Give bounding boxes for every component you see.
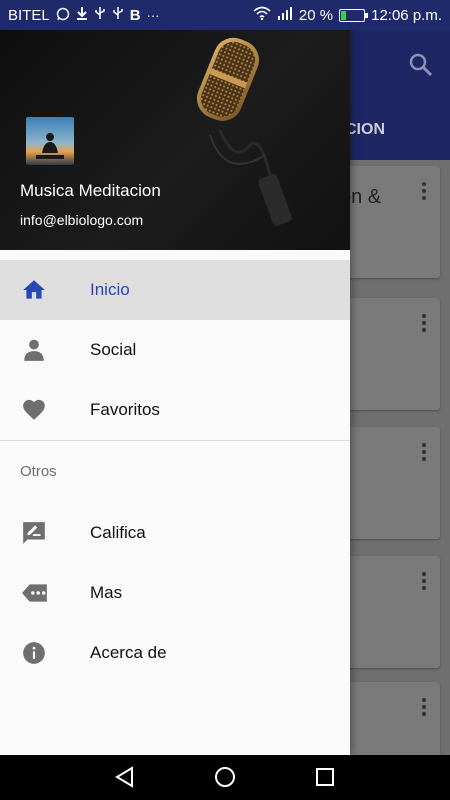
- system-nav-bar: [0, 755, 450, 800]
- battery-percent: 20 %: [298, 6, 334, 24]
- back-icon[interactable]: [113, 765, 137, 789]
- person-icon: [21, 337, 47, 363]
- drawer-app-name: Musica Meditacion: [20, 181, 161, 200]
- overflow-icon: [422, 182, 426, 203]
- menu-item-label: Acerca de: [90, 643, 167, 662]
- overflow-icon: [422, 443, 426, 464]
- battery-icon: [339, 8, 369, 22]
- menu-item-califica[interactable]: Califica: [0, 503, 350, 563]
- home-button-icon[interactable]: [213, 765, 237, 789]
- recents-icon[interactable]: [313, 765, 337, 789]
- overflow-icon: [422, 314, 426, 335]
- menu-item-inicio[interactable]: Inicio: [0, 260, 350, 320]
- heart-icon: [21, 397, 47, 423]
- clock: 12:06 p.m.: [371, 6, 442, 24]
- overflow-icon: [422, 572, 426, 593]
- whatsapp-icon: [56, 7, 70, 24]
- info-icon: [21, 640, 47, 666]
- menu-item-label: Favoritos: [90, 400, 160, 419]
- overflow-icon: [422, 698, 426, 719]
- signal-icon: [277, 6, 293, 24]
- app-tab: CION: [345, 121, 385, 138]
- navigation-drawer: Musica Meditacion info@elbiologo.com Ini…: [0, 30, 350, 755]
- menu-section-header: Otros: [0, 441, 350, 503]
- menu-item-label: Mas: [90, 583, 123, 602]
- download-icon: [76, 6, 88, 24]
- more-tag-icon: [21, 580, 47, 606]
- drawer-email: info@elbiologo.com: [20, 212, 144, 228]
- more-icon: ···: [146, 7, 160, 23]
- app-avatar: [26, 117, 74, 165]
- search-icon: [408, 52, 434, 78]
- battery-fill: [341, 10, 346, 20]
- usb-icon: [112, 6, 124, 24]
- rate-review-icon: [21, 520, 47, 546]
- status-bar: BITEL B ··· 20 % 12:06 p.m.: [0, 0, 450, 30]
- menu-item-social[interactable]: Social: [0, 320, 350, 380]
- home-icon: [21, 277, 47, 303]
- menu-item-favoritos[interactable]: Favoritos: [0, 380, 350, 440]
- drawer-header: Musica Meditacion info@elbiologo.com: [0, 30, 350, 250]
- b-icon: B: [129, 6, 141, 24]
- carrier-label: BITEL: [8, 6, 50, 24]
- menu-item-label: Social: [90, 340, 137, 359]
- drawer-menu: Inicio Social Favoritos Otros Califica M…: [0, 260, 350, 683]
- menu-item-mas[interactable]: Mas: [0, 563, 350, 623]
- section-label: Otros: [20, 463, 57, 480]
- microphone-image: [196, 37, 292, 226]
- wifi-icon: [253, 6, 271, 24]
- menu-item-label: Califica: [90, 523, 146, 542]
- menu-item-acerca-de[interactable]: Acerca de: [0, 623, 350, 683]
- usb-icon: [94, 6, 106, 24]
- menu-item-label: Inicio: [90, 280, 130, 299]
